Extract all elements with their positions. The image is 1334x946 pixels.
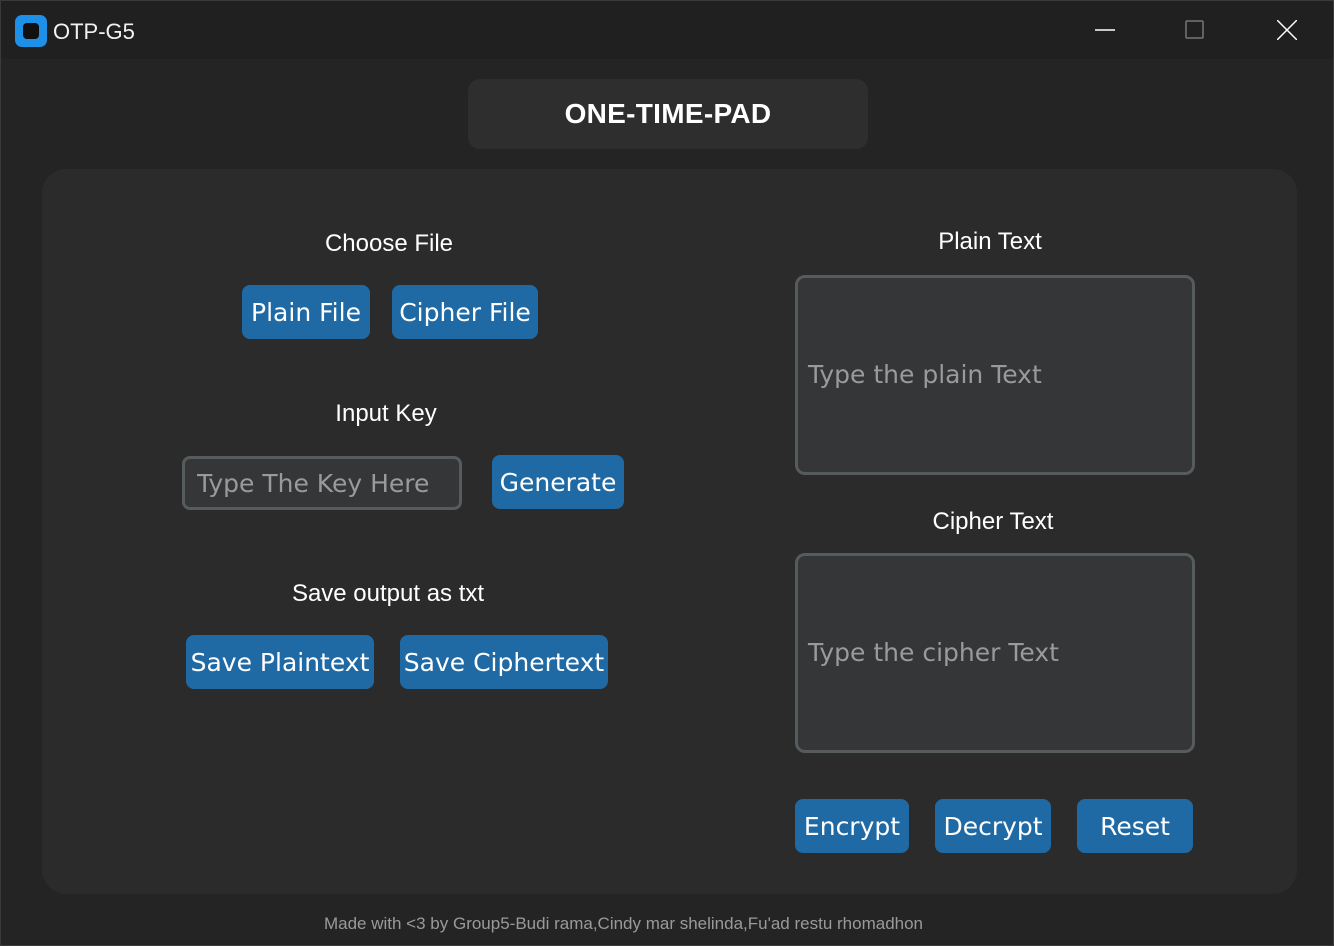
header-banner: ONE-TIME-PAD: [468, 79, 868, 149]
save-output-label: Save output as txt: [291, 580, 485, 607]
plain-text-box: [795, 275, 1195, 475]
credits-footer: Made with <3 by Group5-Budi rama,Cindy m…: [323, 914, 924, 933]
window-title: OTP-G5: [53, 19, 135, 44]
minimize-icon: [1095, 29, 1115, 31]
save-plaintext-button[interactable]: Save Plaintext: [186, 635, 374, 689]
maximize-button[interactable]: [1149, 1, 1241, 59]
close-icon: [1277, 20, 1297, 40]
choose-file-label: Choose File: [324, 230, 454, 257]
plain-file-button[interactable]: Plain File: [242, 285, 370, 339]
input-key-label: Input Key: [335, 400, 437, 427]
title-bar[interactable]: OTP-G5: [1, 1, 1333, 59]
cipher-text-box: [795, 553, 1195, 753]
maximize-icon: [1185, 20, 1204, 39]
decrypt-button[interactable]: Decrypt: [935, 799, 1051, 853]
minimize-button[interactable]: [1059, 1, 1151, 59]
cipher-file-button[interactable]: Cipher File: [392, 285, 538, 339]
encrypt-button[interactable]: Encrypt: [795, 799, 909, 853]
plain-text-input[interactable]: [798, 278, 1192, 472]
reset-button[interactable]: Reset: [1077, 799, 1193, 853]
page-title: ONE-TIME-PAD: [564, 98, 772, 129]
cipher-text-label: Cipher Text: [932, 508, 1054, 535]
save-ciphertext-button[interactable]: Save Ciphertext: [400, 635, 608, 689]
app-window: OTP-G5 ONE-TIME-PAD Choose File Plain Fi…: [0, 0, 1334, 946]
key-input[interactable]: [182, 456, 462, 510]
app-logo-icon: [15, 15, 47, 47]
cipher-text-input[interactable]: [798, 556, 1192, 750]
generate-button[interactable]: Generate: [492, 455, 624, 509]
plain-text-label: Plain Text: [938, 228, 1042, 255]
close-button[interactable]: [1241, 1, 1333, 59]
